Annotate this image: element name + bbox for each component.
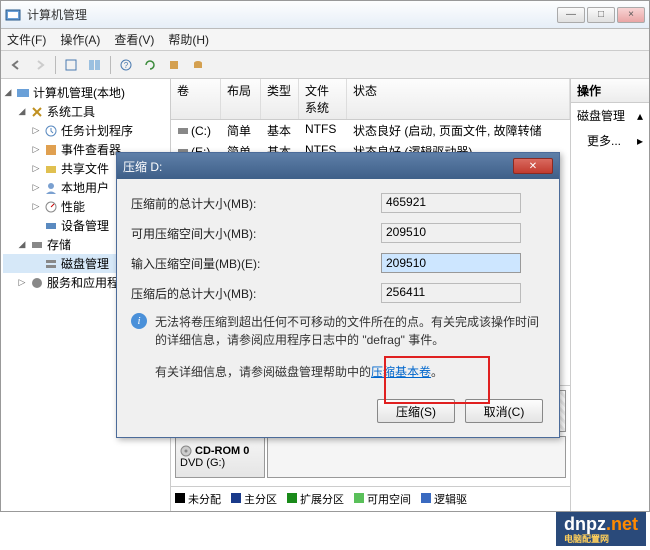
window-controls: — □ × (557, 7, 645, 23)
shrink-dialog: 压缩 D: ✕ 压缩前的总计大小(MB): 465921 可用压缩空间大小(MB… (116, 152, 560, 438)
list-button[interactable] (84, 54, 106, 76)
actions-more[interactable]: 更多...▸ (571, 128, 649, 153)
titlebar: 计算机管理 — □ × (1, 1, 649, 29)
col-type[interactable]: 类型 (261, 79, 299, 119)
shrink-input[interactable] (381, 253, 521, 273)
watermark: dnpz.net 电脑配置网 (556, 512, 646, 546)
menubar: 文件(F) 操作(A) 查看(V) 帮助(H) (1, 29, 649, 51)
cancel-button[interactable]: 取消(C) (465, 399, 543, 423)
col-layout[interactable]: 布局 (221, 79, 261, 119)
menu-file[interactable]: 文件(F) (7, 31, 46, 48)
settings-button[interactable] (163, 54, 185, 76)
menu-action[interactable]: 操作(A) (60, 31, 100, 48)
avail-label: 可用压缩空间大小(MB): (131, 225, 381, 242)
input-label: 输入压缩空间量(MB)(E): (131, 255, 381, 272)
col-status[interactable]: 状态 (347, 79, 570, 119)
actions-header: 操作 (571, 79, 649, 103)
tree-root[interactable]: ◢计算机管理(本地) (3, 83, 168, 102)
refresh-button[interactable] (139, 54, 161, 76)
after-label: 压缩后的总计大小(MB): (131, 285, 381, 302)
close-button[interactable]: × (617, 7, 645, 23)
info-text: 无法将卷压缩到超出任何不可移动的文件所在的点。有关完成该操作时间的详细信息，请参… (155, 313, 545, 349)
toolbar: ? (1, 51, 649, 79)
legend: 未分配 主分区 扩展分区 可用空间 逻辑驱 (171, 486, 570, 511)
db-button[interactable] (187, 54, 209, 76)
avail-value: 209510 (381, 223, 521, 243)
before-label: 压缩前的总计大小(MB): (131, 195, 381, 212)
actions-diskmgmt[interactable]: 磁盘管理▴ (571, 103, 649, 128)
dialog-title: 压缩 D: (123, 158, 513, 175)
col-fs[interactable]: 文件系统 (299, 79, 347, 119)
window-title: 计算机管理 (27, 6, 557, 23)
menu-help[interactable]: 帮助(H) (168, 31, 209, 48)
help-button[interactable]: ? (115, 54, 137, 76)
before-value: 465921 (381, 193, 521, 213)
minimize-button[interactable]: — (557, 7, 585, 23)
forward-button[interactable] (29, 54, 51, 76)
tree-task[interactable]: ▷任务计划程序 (3, 121, 168, 140)
volume-header: 卷 布局 类型 文件系统 状态 (171, 79, 570, 120)
after-value: 256411 (381, 283, 521, 303)
tree-systools[interactable]: ◢系统工具 (3, 102, 168, 121)
info-icon: i (131, 313, 147, 329)
help-prefix: 有关详细信息，请参阅磁盘管理帮助中的 (155, 365, 371, 379)
view-button[interactable] (60, 54, 82, 76)
maximize-button[interactable]: □ (587, 7, 615, 23)
cdrom-label[interactable]: CD-ROM 0 DVD (G:) (175, 436, 265, 478)
dialog-titlebar: 压缩 D: ✕ (117, 153, 559, 179)
actions-pane: 操作 磁盘管理▴ 更多...▸ (571, 79, 649, 511)
help-link[interactable]: 压缩基本卷 (371, 365, 431, 379)
back-button[interactable] (5, 54, 27, 76)
shrink-button[interactable]: 压缩(S) (377, 399, 455, 423)
app-icon (5, 7, 21, 23)
svg-text:?: ? (124, 61, 129, 70)
menu-view[interactable]: 查看(V) (114, 31, 154, 48)
dialog-close-button[interactable]: ✕ (513, 158, 553, 174)
volume-row[interactable]: (C:)简单基本NTFS状态良好 (启动, 页面文件, 故障转储 (171, 120, 570, 141)
col-volume[interactable]: 卷 (171, 79, 221, 119)
